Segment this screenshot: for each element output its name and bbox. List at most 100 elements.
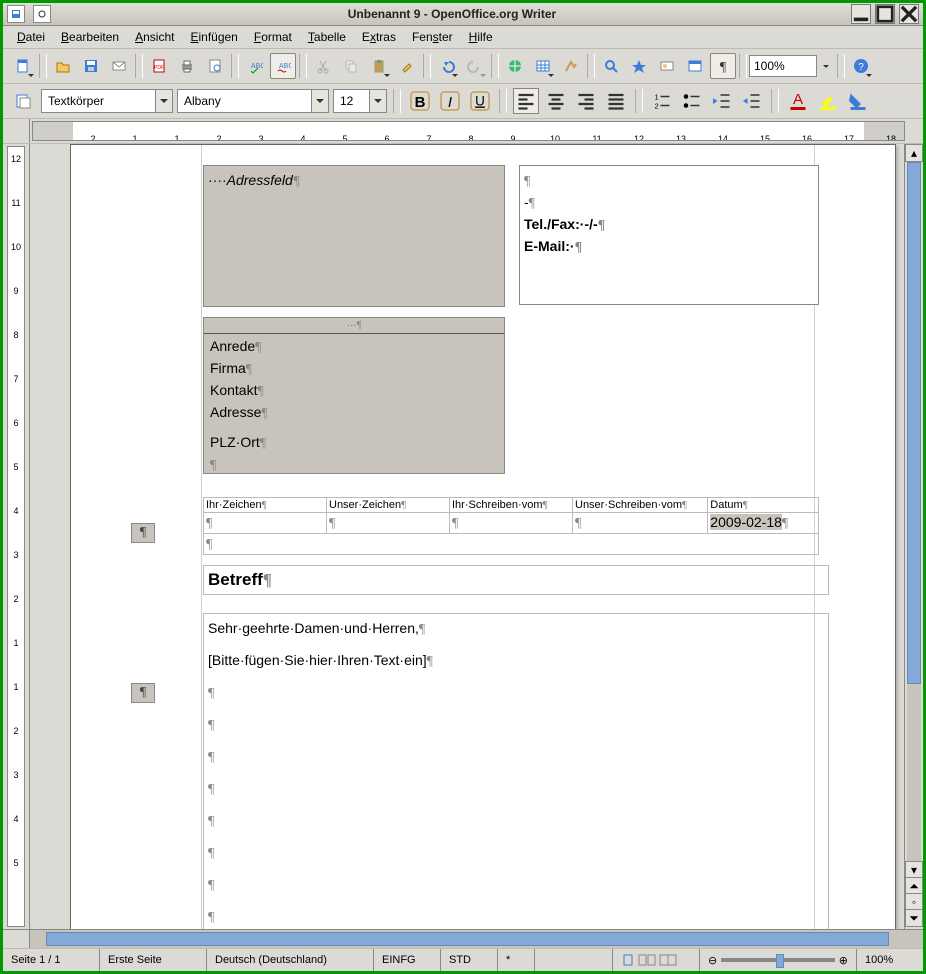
document-canvas[interactable]: ····Adressfeld¶ ¶ -¶ Tel./Fax:·-/-¶ E-Ma… [30, 144, 904, 929]
plz-ort-text: PLZ·Ort [210, 434, 260, 450]
status-selection[interactable]: STD [441, 949, 498, 971]
body-frame[interactable]: Sehr·geehrte·Damen·und·Herren,¶ [Bitte·f… [203, 613, 829, 929]
page[interactable]: ····Adressfeld¶ ¶ -¶ Tel./Fax:·-/-¶ E-Ma… [70, 144, 896, 929]
zoom-in-icon[interactable]: ⊕ [839, 954, 848, 967]
menu-ansicht[interactable]: Ansicht [127, 27, 182, 47]
view-layout-buttons[interactable] [613, 949, 700, 971]
ihr-zeichen-header: Ihr·Zeichen [206, 499, 262, 511]
addressfield-text: ····Adressfeld [208, 172, 293, 188]
preview-button[interactable] [202, 53, 228, 79]
status-language[interactable]: Deutsch (Deutschland) [207, 949, 374, 971]
cut-button[interactable] [310, 53, 336, 79]
zoom-slider[interactable]: ⊖ ⊕ [700, 949, 857, 971]
betreff-text: Betreff [208, 570, 263, 589]
svg-text:1: 1 [655, 93, 659, 102]
redo-button[interactable] [462, 53, 488, 79]
svg-text:I: I [448, 94, 452, 111]
font-name-combo[interactable]: Albany [177, 89, 329, 113]
pin-icon[interactable] [33, 5, 51, 23]
menu-einfuegen[interactable]: Einfügen [182, 27, 245, 47]
nonprinting-button[interactable]: ¶ [710, 53, 736, 79]
contact-frame[interactable]: ¶ -¶ Tel./Fax:·-/-¶ E-Mail:·¶ [519, 165, 819, 305]
spellcheck-button[interactable]: ABC [242, 53, 268, 79]
paintbrush-button[interactable] [394, 53, 420, 79]
reference-table[interactable]: Ihr·Zeichen¶ Unser·Zeichen¶ Ihr·Schreibe… [203, 497, 819, 555]
underline-button[interactable]: U [467, 88, 493, 114]
bullet-list-button[interactable] [679, 88, 705, 114]
styles-button[interactable] [10, 88, 36, 114]
highlight-button[interactable] [815, 88, 841, 114]
minimize-button[interactable] [851, 4, 871, 24]
align-center-button[interactable] [543, 88, 569, 114]
scroll-thumb[interactable] [907, 162, 921, 684]
svg-text:A: A [793, 91, 803, 108]
gallery-button[interactable] [654, 53, 680, 79]
datasources-button[interactable] [682, 53, 708, 79]
increase-indent-button[interactable] [739, 88, 765, 114]
help-button[interactable]: ? [848, 53, 874, 79]
zoom-combo[interactable]: 100% [749, 55, 817, 77]
menu-extras[interactable]: Extras [354, 27, 404, 47]
scroll-up-button[interactable]: ▴ [905, 144, 923, 162]
status-zoom[interactable]: 100% [857, 949, 923, 971]
next-page-button[interactable]: ⏷ [905, 909, 923, 927]
multi-page-icon[interactable] [638, 954, 656, 966]
open-button[interactable] [50, 53, 76, 79]
menu-bearbeiten[interactable]: Bearbeiten [53, 27, 127, 47]
subject-frame[interactable]: Betreff¶ [203, 565, 829, 595]
font-size-combo[interactable]: 12 [333, 89, 387, 113]
horizontal-ruler[interactable]: 21123456789101112131415161718 [32, 121, 905, 141]
table-button[interactable] [530, 53, 556, 79]
autospell-button[interactable]: ABC [270, 53, 296, 79]
new-button[interactable] [10, 53, 36, 79]
close-button[interactable] [899, 4, 919, 24]
copy-button[interactable] [338, 53, 364, 79]
save-button[interactable] [78, 53, 104, 79]
bold-button[interactable]: B [407, 88, 433, 114]
menu-hilfe[interactable]: Hilfe [461, 27, 501, 47]
hscroll-thumb[interactable] [46, 932, 889, 946]
recipient-frame[interactable]: ···¶ Anrede¶ Firma¶ Kontakt¶ Adresse¶ PL… [203, 317, 505, 474]
align-justify-button[interactable] [603, 88, 629, 114]
zoom-out-icon[interactable]: ⊖ [708, 954, 717, 967]
menu-tabelle[interactable]: Tabelle [300, 27, 354, 47]
email-button[interactable] [106, 53, 132, 79]
address-field-frame[interactable]: ····Adressfeld¶ [203, 165, 505, 307]
book-icon[interactable] [659, 954, 677, 966]
vertical-scrollbar[interactable]: ▴ ▾ ⏶ ◦ ⏷ [904, 144, 923, 929]
status-bar: Seite 1 / 1 Erste Seite Deutsch (Deutsch… [3, 948, 923, 971]
system-menu-icon[interactable] [7, 5, 25, 23]
maximize-button[interactable] [875, 4, 895, 24]
italic-button[interactable]: I [437, 88, 463, 114]
paste-button[interactable] [366, 53, 392, 79]
decrease-indent-button[interactable] [709, 88, 735, 114]
vertical-ruler[interactable]: 12111098765432112345 [3, 144, 30, 929]
paragraph-style-combo[interactable]: Textkörper [41, 89, 173, 113]
align-right-button[interactable] [573, 88, 599, 114]
menu-fenster[interactable]: Fenster [404, 27, 461, 47]
status-insert[interactable]: EINFG [374, 949, 441, 971]
single-page-icon[interactable] [621, 954, 635, 966]
status-modified: * [498, 949, 535, 971]
unser-zeichen-header: Unser·Zeichen [329, 499, 401, 511]
horizontal-scrollbar[interactable] [3, 929, 923, 948]
hyperlink-button[interactable] [502, 53, 528, 79]
undo-button[interactable] [434, 53, 460, 79]
find-button[interactable] [598, 53, 624, 79]
bgcolor-button[interactable] [845, 88, 871, 114]
zoom-dropdown[interactable] [818, 53, 834, 79]
align-left-button[interactable] [513, 88, 539, 114]
draw-button[interactable] [558, 53, 584, 79]
font-color-button[interactable]: A [785, 88, 811, 114]
status-template[interactable]: Erste Seite [100, 949, 207, 971]
pdf-button[interactable]: PDF [146, 53, 172, 79]
menu-datei[interactable]: Datei [9, 27, 53, 47]
print-button[interactable] [174, 53, 200, 79]
date-field[interactable]: 2009-02-18 [710, 514, 782, 530]
placeholder-text: [Bitte·fügen·Sie·hier·Ihren·Text·ein] [208, 652, 427, 668]
status-page[interactable]: Seite 1 / 1 [3, 949, 100, 971]
svg-text:PDF: PDF [154, 65, 164, 71]
numbered-list-button[interactable]: 12 [649, 88, 675, 114]
menu-format[interactable]: Format [246, 27, 300, 47]
navigator-button[interactable] [626, 53, 652, 79]
